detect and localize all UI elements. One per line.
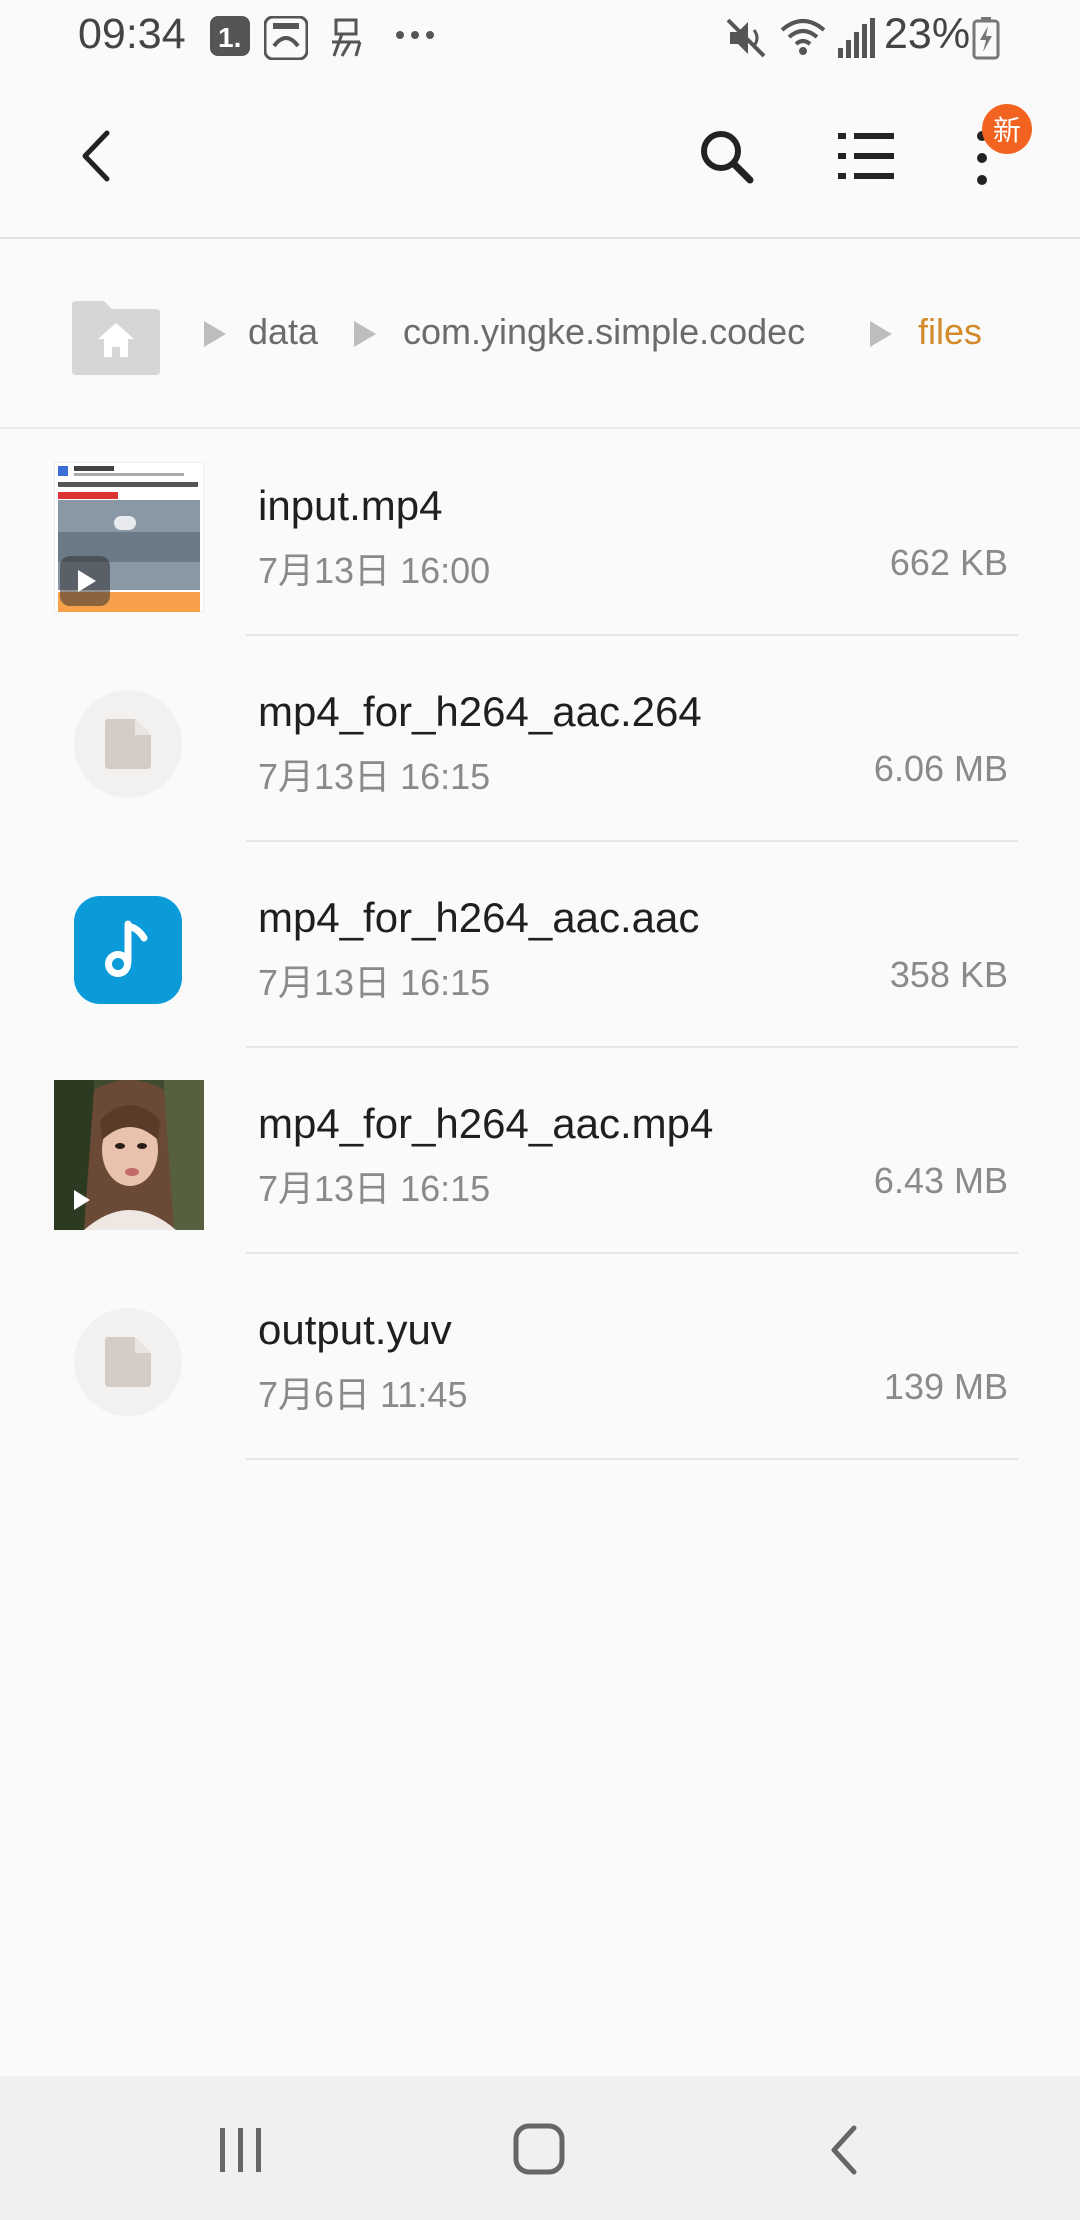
video-thumbnail: [54, 1080, 204, 1230]
file-name: output.yuv: [258, 1306, 452, 1353]
list-item[interactable]: mp4_for_h264_aac.mp4 7月13日 16:15 6.43 MB: [0, 1048, 1080, 1254]
audio-file-icon: [74, 896, 182, 1004]
file-size: 6.06 MB: [873, 748, 1008, 789]
sohu-icon: [263, 15, 309, 65]
file-date: 7月13日 16:00: [258, 550, 491, 591]
file-date: 7月13日 16:15: [258, 962, 491, 1003]
video-thumbnail: [54, 462, 204, 612]
status-time: 09:34: [78, 10, 186, 58]
svg-text:1.: 1.: [218, 22, 241, 53]
file-size: 139 MB: [883, 1366, 1008, 1407]
file-size: 662 KB: [889, 542, 1008, 583]
wifi-icon: [778, 16, 828, 65]
1-app-icon: 1.: [210, 16, 250, 61]
back-arrow-icon[interactable]: [60, 116, 130, 196]
breadcrumb-separator-icon: [352, 319, 378, 354]
new-badge: 新: [982, 104, 1032, 154]
file-size: 358 KB: [889, 954, 1008, 995]
breadcrumb-item-package[interactable]: com.yingke.simple.codec: [403, 311, 805, 353]
home-icon[interactable]: [508, 2120, 572, 2185]
search-icon[interactable]: [684, 114, 768, 198]
list-item[interactable]: input.mp4 7月13日 16:00 662 KB: [0, 430, 1080, 636]
recents-icon[interactable]: [206, 2120, 276, 2185]
file-date: 7月13日 16:15: [258, 756, 491, 797]
battery-icon: [972, 16, 1000, 65]
list-item[interactable]: mp4_for_h264_aac.264 7月13日 16:15 6.06 MB: [0, 636, 1080, 842]
status-bar: 09:34 1. 23%: [0, 0, 1080, 76]
generic-file-icon: [74, 1308, 182, 1416]
mute-icon: [724, 16, 768, 65]
file-name: input.mp4: [258, 482, 443, 529]
more-dots-icon: [394, 28, 436, 46]
file-name: mp4_for_h264_aac.mp4: [258, 1100, 714, 1147]
breadcrumb-item-files[interactable]: files: [918, 311, 982, 353]
action-bar: [0, 76, 1080, 238]
home-folder-icon[interactable]: [70, 297, 162, 380]
file-name: mp4_for_h264_aac.aac: [258, 894, 700, 941]
navigation-bar: [0, 2076, 1080, 2220]
battery-percent: 23%: [884, 10, 971, 58]
breadcrumb-separator-icon: [868, 319, 894, 354]
list-item[interactable]: mp4_for_h264_aac.aac 7月13日 16:15 358 KB: [0, 842, 1080, 1048]
breadcrumb-item-data[interactable]: data: [248, 311, 318, 353]
file-date: 7月6日 11:45: [258, 1374, 468, 1415]
breadcrumb-divider: [0, 427, 1080, 429]
breadcrumb-separator-icon: [202, 319, 228, 354]
list-item[interactable]: output.yuv 7月6日 11:45 139 MB: [0, 1254, 1080, 1460]
back-icon[interactable]: [820, 2120, 870, 2185]
yi-app-icon: [328, 16, 366, 63]
file-size: 6.43 MB: [873, 1160, 1008, 1201]
breadcrumb: data com.yingke.simple.codec files: [0, 239, 1080, 427]
list-view-icon[interactable]: [824, 114, 908, 198]
file-date: 7月13日 16:15: [258, 1168, 491, 1209]
file-name: mp4_for_h264_aac.264: [258, 688, 702, 735]
row-divider: [246, 1458, 1018, 1460]
signal-icon: [836, 16, 876, 65]
generic-file-icon: [74, 690, 182, 798]
